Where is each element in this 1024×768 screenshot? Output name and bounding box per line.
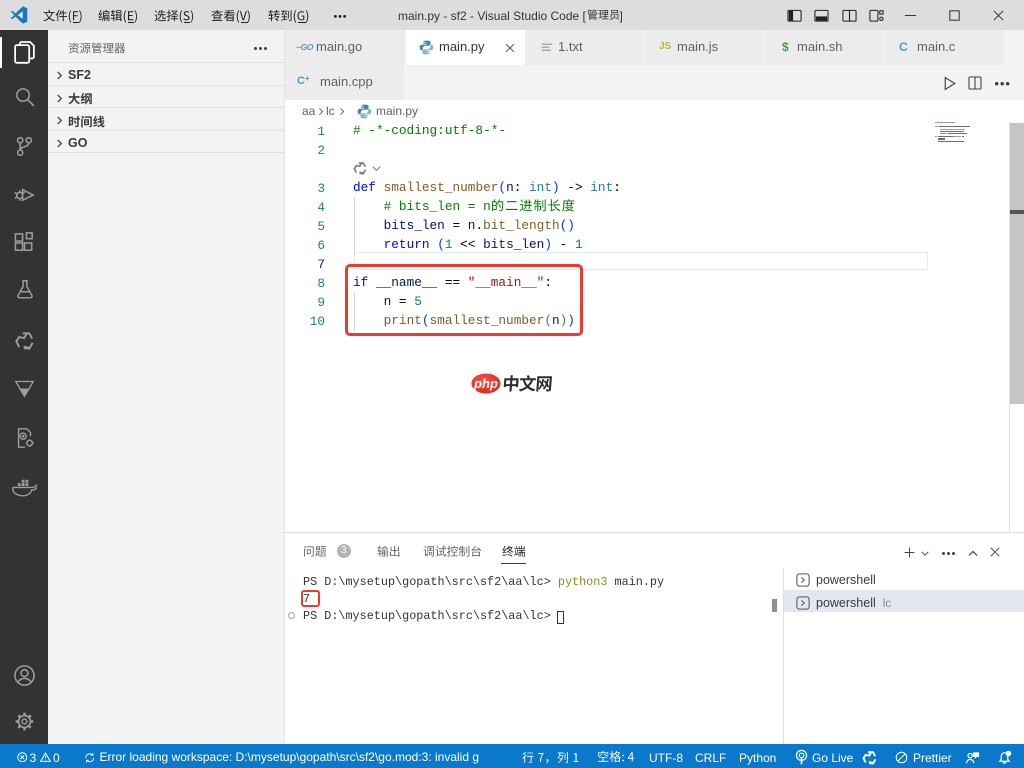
svg-text:php: php: [473, 376, 498, 391]
